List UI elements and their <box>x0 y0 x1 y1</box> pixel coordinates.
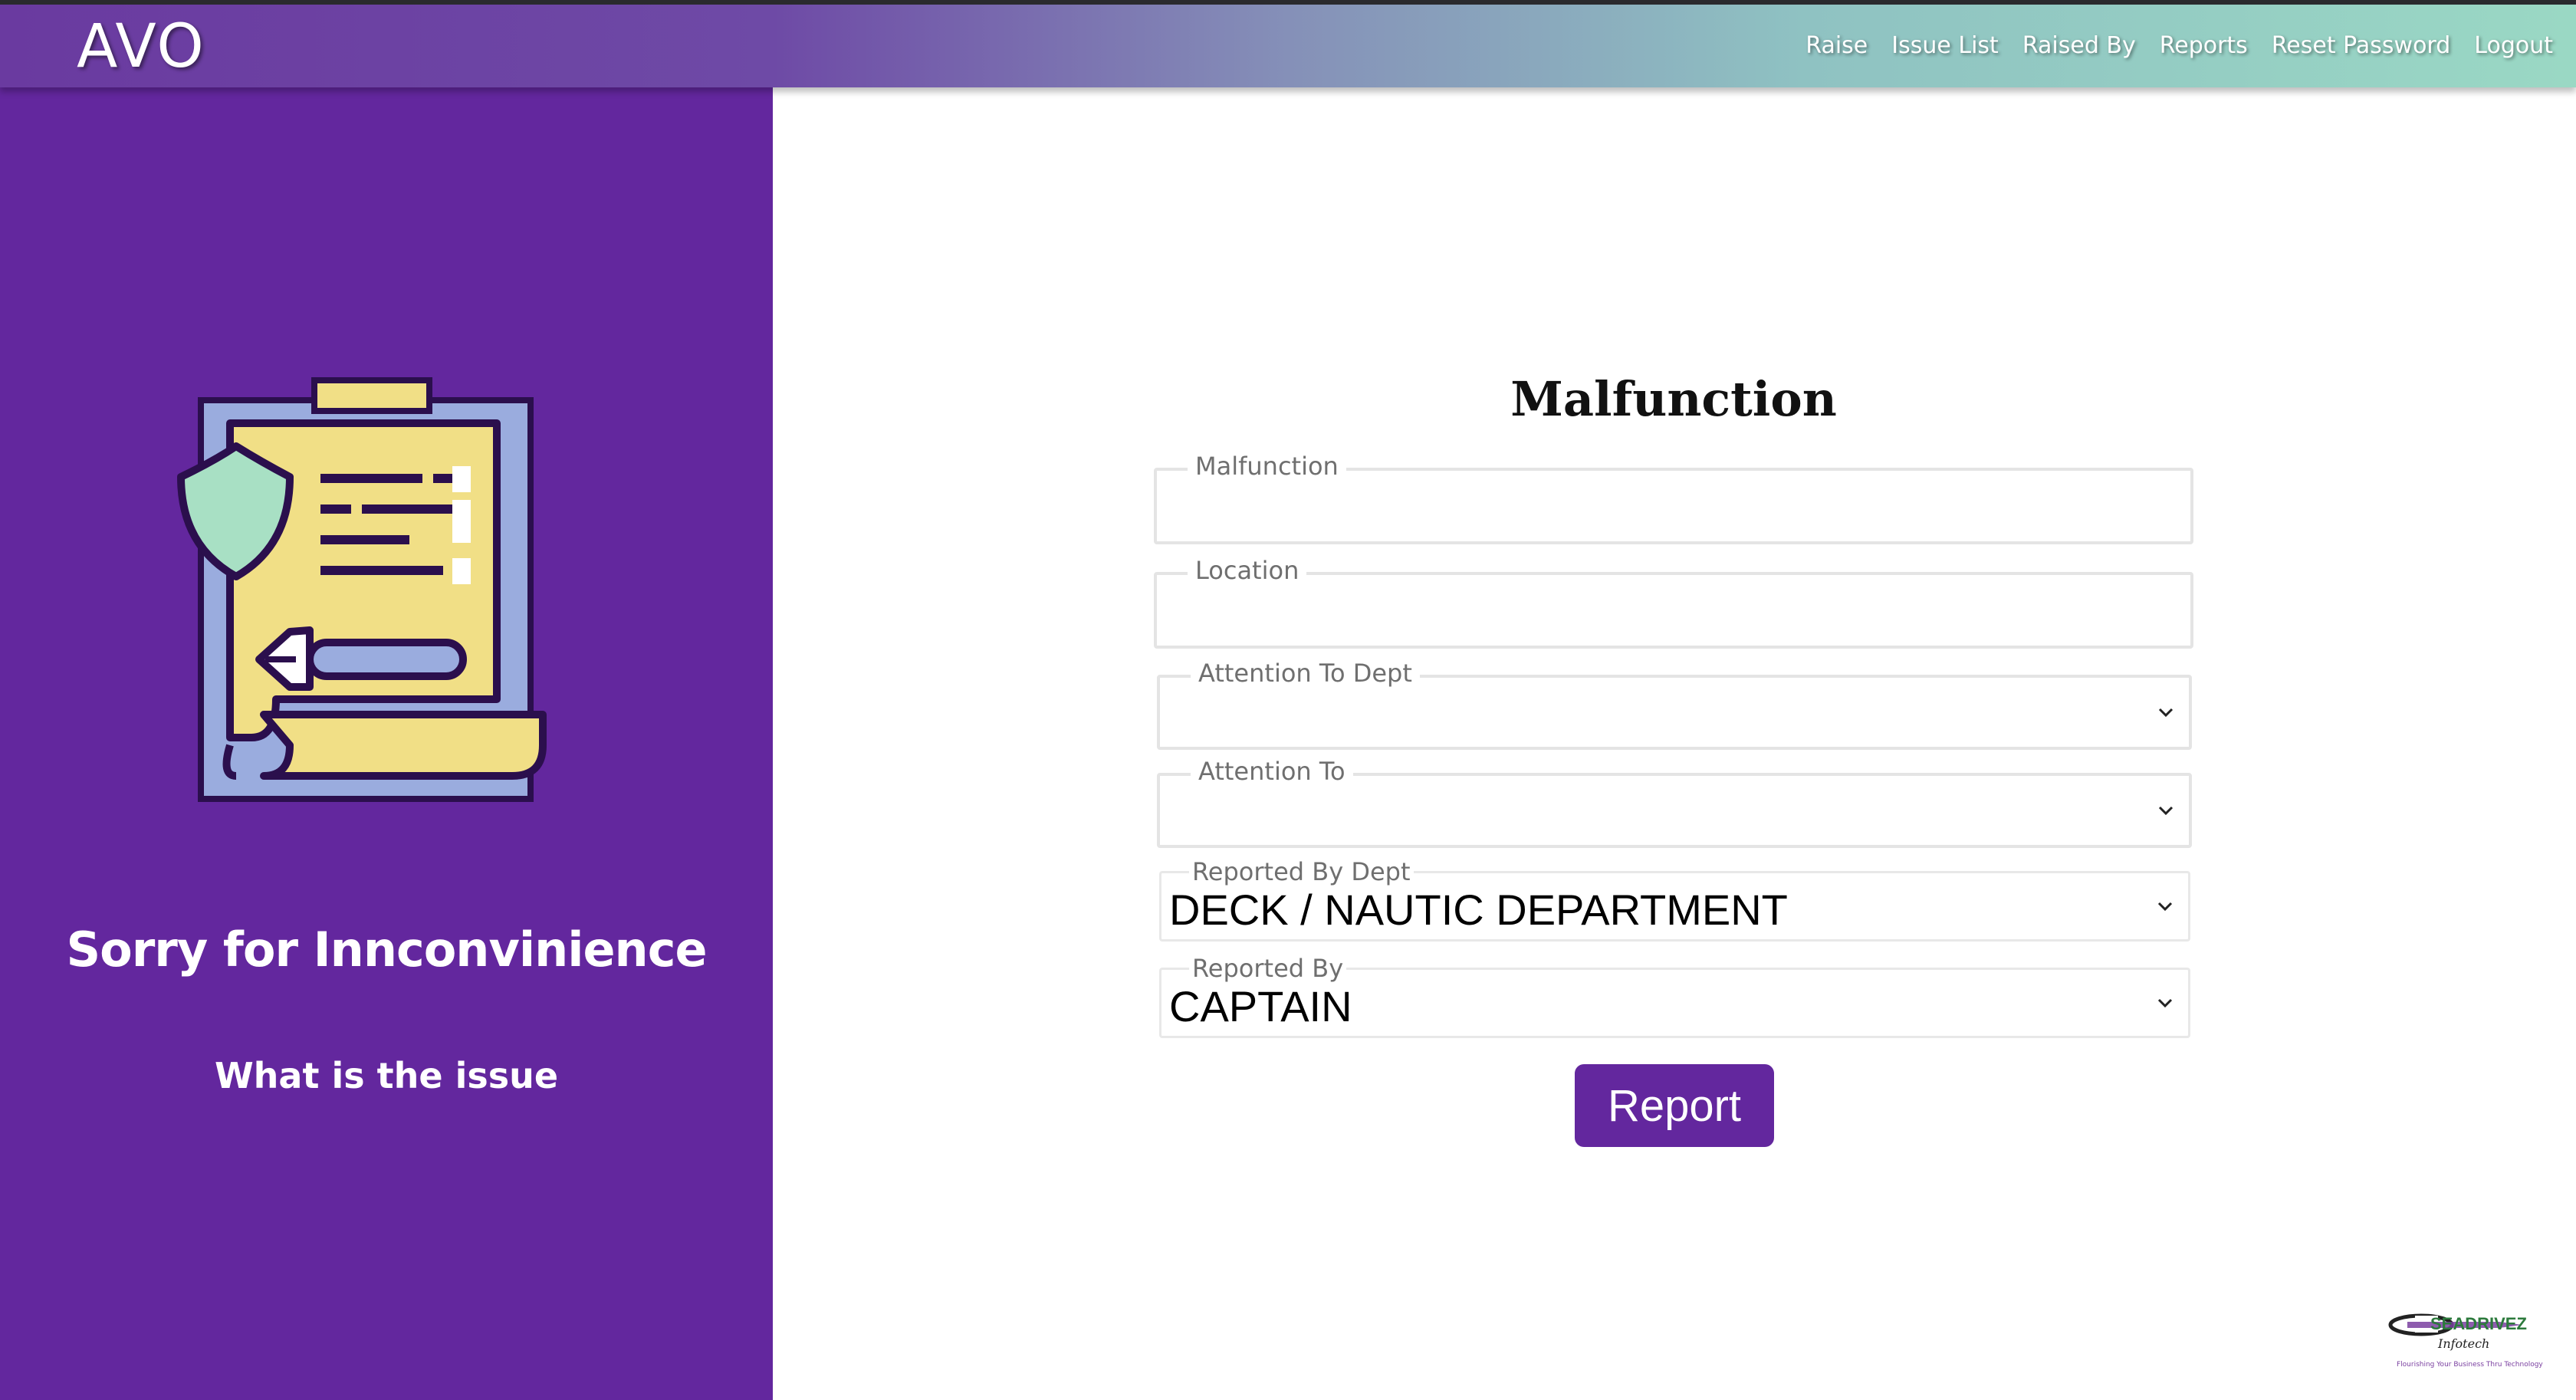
reported-by-label: Reported By <box>1189 955 1347 982</box>
clipboard-document-icon <box>177 377 547 802</box>
nav-reports-link[interactable]: Reports <box>2160 31 2248 61</box>
chevron-down-icon <box>2157 998 2173 1008</box>
report-button[interactable]: Report <box>1575 1064 1774 1147</box>
attention-to-select[interactable]: Attention To <box>1157 758 2192 848</box>
chevron-down-icon <box>2158 806 2174 816</box>
nav-raise-link[interactable]: Raise <box>1806 31 1868 61</box>
chevron-down-icon <box>2158 708 2174 718</box>
reported-by-select[interactable]: Reported By CAPTAIN <box>1159 955 2190 1038</box>
top-navbar: AVO Raise Issue List Raised By Reports R… <box>0 5 2576 87</box>
left-info-panel: Sorry for Innconvinience What is the iss… <box>0 87 773 1400</box>
nav-links: Raise Issue List Raised By Reports Reset… <box>1806 31 2553 61</box>
app-window: AVO Raise Issue List Raised By Reports R… <box>0 5 2576 1400</box>
reported-by-dept-select[interactable]: Reported By Dept DECK / NAUTIC DEPARTMEN… <box>1159 858 2190 942</box>
malfunction-input[interactable] <box>1157 471 2190 541</box>
location-input[interactable] <box>1157 575 2190 646</box>
nav-reset-password-link[interactable]: Reset Password <box>2272 31 2450 61</box>
svg-text:SEADRIVEZ: SEADRIVEZ <box>2430 1314 2527 1333</box>
nav-logout-link[interactable]: Logout <box>2474 31 2553 61</box>
malfunction-field: Malfunction <box>1154 452 2193 544</box>
chevron-down-icon <box>2157 902 2173 912</box>
reported-by-dept-label: Reported By Dept <box>1189 858 1414 886</box>
reported-by-value: CAPTAIN <box>1169 982 1352 1030</box>
svg-text:Infotech: Infotech <box>2437 1336 2489 1351</box>
location-field: Location <box>1154 557 2193 649</box>
issue-prompt-heading: What is the issue <box>214 1055 559 1096</box>
attention-to-dept-label: Attention To Dept <box>1191 659 1420 687</box>
seadrivez-logo: SEADRIVEZ Infotech Flourishing Your Busi… <box>2388 1313 2543 1369</box>
nav-issue-list-link[interactable]: Issue List <box>1891 31 1999 61</box>
attention-to-label: Attention To <box>1191 758 1353 785</box>
attention-to-dept-select[interactable]: Attention To Dept <box>1157 659 2192 750</box>
brand-logo[interactable]: AVO <box>77 12 205 81</box>
apology-heading: Sorry for Innconvinience <box>66 922 707 978</box>
reported-by-dept-value: DECK / NAUTIC DEPARTMENT <box>1169 886 1788 934</box>
svg-text:Flourishing Your Business Thru: Flourishing Your Business Thru Technolog… <box>2397 1361 2543 1369</box>
nav-raised-by-link[interactable]: Raised By <box>2022 31 2136 61</box>
form-title: Malfunction <box>1510 371 1837 427</box>
